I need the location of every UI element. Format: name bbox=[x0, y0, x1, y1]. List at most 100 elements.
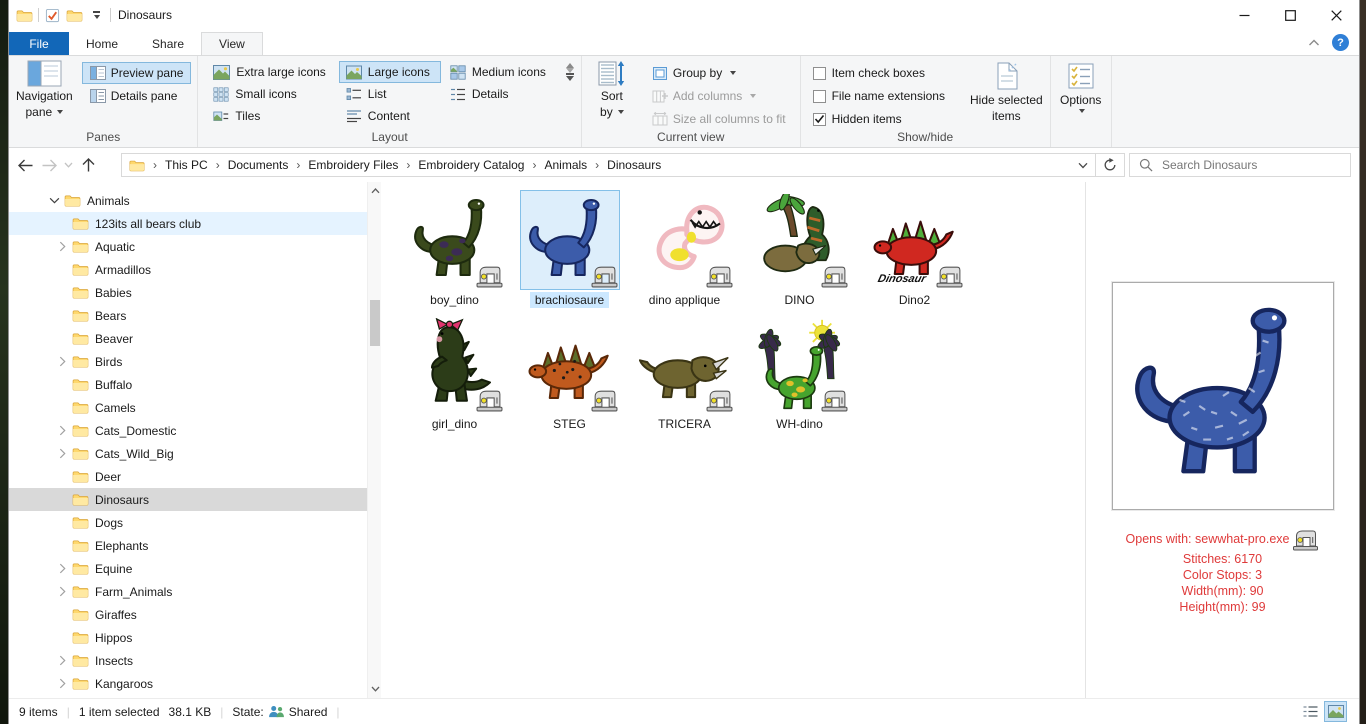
navigation-pane-button[interactable]: Navigation pane bbox=[11, 57, 78, 120]
sidebar-item-birds[interactable]: Birds bbox=[9, 350, 367, 373]
breadcrumb-separator[interactable]: › bbox=[212, 158, 224, 172]
breadcrumb-segment-dinosaurs[interactable]: Dinosaurs bbox=[603, 157, 665, 173]
scroll-down-icon[interactable] bbox=[368, 682, 381, 696]
breadcrumb-segment-animals[interactable]: Animals bbox=[540, 157, 591, 173]
layout-more-icon[interactable] bbox=[566, 73, 574, 81]
scroll-up-icon[interactable] bbox=[368, 184, 381, 198]
expand-chevron-icon[interactable] bbox=[55, 517, 69, 529]
sidebar-item-elephants[interactable]: Elephants bbox=[9, 534, 367, 557]
tab-share[interactable]: Share bbox=[135, 32, 201, 55]
file-item-dino-applique[interactable]: dino applique bbox=[627, 190, 742, 314]
file-item-tricera[interactable]: TRICERA bbox=[627, 314, 742, 438]
file-item-dino[interactable]: DINO bbox=[742, 190, 857, 314]
sidebar-item-giraffes[interactable]: Giraffes bbox=[9, 603, 367, 626]
checkbox-hidden-items[interactable]: Hidden items bbox=[807, 108, 951, 130]
add-columns-button[interactable]: Add columns bbox=[644, 85, 794, 107]
expand-chevron-icon[interactable] bbox=[55, 356, 69, 368]
sidebar-scrollbar[interactable] bbox=[367, 182, 381, 698]
close-button[interactable] bbox=[1313, 0, 1359, 30]
file-thumbnail[interactable] bbox=[405, 314, 505, 414]
sidebar-item-equine[interactable]: Equine bbox=[9, 557, 367, 580]
layout-option-tiles[interactable]: Tiles bbox=[206, 105, 336, 127]
sidebar-item-hippos[interactable]: Hippos bbox=[9, 626, 367, 649]
breadcrumb-separator[interactable]: › bbox=[402, 158, 414, 172]
sidebar-item-insects[interactable]: Insects bbox=[9, 649, 367, 672]
expand-chevron-icon[interactable] bbox=[55, 586, 69, 598]
expand-chevron-icon[interactable] bbox=[55, 241, 69, 253]
maximize-button[interactable] bbox=[1267, 0, 1313, 30]
recent-locations-chevron-icon[interactable] bbox=[61, 153, 76, 177]
sidebar-item-deer[interactable]: Deer bbox=[9, 465, 367, 488]
details-pane-button[interactable]: Details pane bbox=[82, 85, 192, 107]
forward-button[interactable] bbox=[37, 153, 61, 177]
file-item-brachiosaure[interactable]: brachiosaure bbox=[512, 190, 627, 314]
checkbox-icon[interactable] bbox=[813, 90, 826, 103]
sidebar-item-buffalo[interactable]: Buffalo bbox=[9, 373, 367, 396]
breadcrumb-separator[interactable]: › bbox=[292, 158, 304, 172]
size-all-columns-to-fit-button[interactable]: Size all columns to fit bbox=[644, 108, 794, 130]
sidebar-item-cats-wild-big[interactable]: Cats_Wild_Big bbox=[9, 442, 367, 465]
expand-chevron-icon[interactable] bbox=[55, 310, 69, 322]
file-thumbnail[interactable] bbox=[635, 314, 735, 414]
tab-file[interactable]: File bbox=[9, 32, 69, 55]
sidebar-item-123its-all-bears-club[interactable]: 123its all bears club bbox=[9, 212, 367, 235]
details-view-toggle[interactable] bbox=[1299, 701, 1322, 722]
file-thumbnail[interactable] bbox=[520, 314, 620, 414]
layout-option-extra-large-icons[interactable]: Extra large icons bbox=[206, 61, 336, 83]
address-bar[interactable]: ›This PC›Documents›Embroidery Files›Embr… bbox=[121, 153, 1096, 177]
breadcrumb-separator[interactable]: › bbox=[591, 158, 603, 172]
sidebar-item-animals[interactable]: Animals bbox=[9, 189, 367, 212]
sort-by-button[interactable]: Sort by bbox=[584, 57, 640, 120]
file-thumbnail[interactable] bbox=[750, 314, 850, 414]
sidebar-item-bears[interactable]: Bears bbox=[9, 304, 367, 327]
sidebar-item-camels[interactable]: Camels bbox=[9, 396, 367, 419]
breadcrumb-segment-embroidery-catalog[interactable]: Embroidery Catalog bbox=[414, 157, 528, 173]
expand-chevron-icon[interactable] bbox=[55, 379, 69, 391]
sidebar-item-dinosaurs[interactable]: Dinosaurs bbox=[9, 488, 367, 511]
sidebar-item-farm-animals[interactable]: Farm_Animals bbox=[9, 580, 367, 603]
checkbox-icon[interactable] bbox=[813, 67, 826, 80]
options-button[interactable]: Options bbox=[1053, 58, 1109, 114]
expand-chevron-icon[interactable] bbox=[55, 632, 69, 644]
breadcrumb-segment-embroidery-files[interactable]: Embroidery Files bbox=[304, 157, 402, 173]
expand-chevron-icon[interactable] bbox=[55, 425, 69, 437]
collapse-ribbon-chevron-icon[interactable] bbox=[1308, 39, 1320, 47]
layout-option-details[interactable]: Details bbox=[443, 83, 557, 105]
scrollbar-thumb[interactable] bbox=[370, 300, 380, 346]
sidebar-item-babies[interactable]: Babies bbox=[9, 281, 367, 304]
file-thumbnail[interactable]: Dinosaur bbox=[865, 190, 965, 290]
expand-chevron-icon[interactable] bbox=[55, 448, 69, 460]
layout-option-list[interactable]: List bbox=[339, 83, 441, 105]
file-item-boy-dino[interactable]: boy_dino bbox=[397, 190, 512, 314]
file-thumbnail[interactable] bbox=[405, 190, 505, 290]
expand-chevron-icon[interactable] bbox=[55, 540, 69, 552]
sidebar-item-dogs[interactable]: Dogs bbox=[9, 511, 367, 534]
folder-icon[interactable] bbox=[66, 8, 83, 23]
layout-option-small-icons[interactable]: Small icons bbox=[206, 83, 336, 105]
sidebar-item-cats-domestic[interactable]: Cats_Domestic bbox=[9, 419, 367, 442]
up-button[interactable] bbox=[76, 153, 100, 177]
expand-chevron-icon[interactable] bbox=[55, 655, 69, 667]
expand-chevron-icon[interactable] bbox=[55, 609, 69, 621]
layout-option-large-icons[interactable]: Large icons bbox=[339, 61, 441, 83]
help-icon[interactable]: ? bbox=[1332, 34, 1349, 51]
sidebar-item-beaver[interactable]: Beaver bbox=[9, 327, 367, 350]
breadcrumb-segment-this-pc[interactable]: This PC bbox=[161, 157, 212, 173]
file-thumbnail[interactable] bbox=[635, 190, 735, 290]
expand-chevron-icon[interactable] bbox=[55, 333, 69, 345]
breadcrumb-separator[interactable]: › bbox=[149, 158, 161, 172]
explorer-folder-icon[interactable] bbox=[16, 8, 33, 23]
expand-chevron-icon[interactable] bbox=[55, 563, 69, 575]
sidebar-item-armadillos[interactable]: Armadillos bbox=[9, 258, 367, 281]
address-dropdown-chevron-icon[interactable] bbox=[1071, 162, 1095, 169]
preview-pane-button[interactable]: Preview pane bbox=[82, 62, 192, 84]
expand-chevron-icon[interactable] bbox=[55, 471, 69, 483]
sidebar-item-aquatic[interactable]: Aquatic bbox=[9, 235, 367, 258]
checkbox-item-check-boxes[interactable]: Item check boxes bbox=[807, 62, 951, 84]
file-thumbnail[interactable] bbox=[750, 190, 850, 290]
hide-selected-items-button[interactable]: Hide selected items bbox=[965, 58, 1048, 124]
file-thumbnail[interactable] bbox=[520, 190, 620, 290]
check-file-icon[interactable] bbox=[44, 8, 61, 23]
breadcrumb-segment-documents[interactable]: Documents bbox=[224, 157, 293, 173]
minimize-button[interactable] bbox=[1221, 0, 1267, 30]
